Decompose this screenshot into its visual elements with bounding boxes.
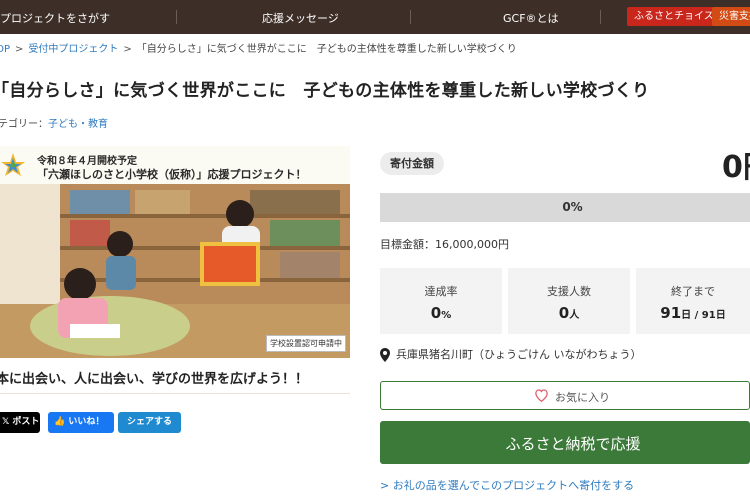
favorite-label: お気に入り xyxy=(555,391,610,404)
stat-label: 達成率 xyxy=(424,285,458,298)
hero-image: 令和８年４月開校予定 「六瀬ほしのさと小学校（仮称）」応援プロジェクト！ 学校設… xyxy=(0,146,350,358)
share-button[interactable]: シェアする xyxy=(118,412,181,433)
donation-label: 寄付金額 xyxy=(380,152,444,175)
donate-label: ふるさと納税で応援 xyxy=(505,435,641,453)
nav-divider xyxy=(600,10,601,24)
stat-supporters: 支援人数 0人 xyxy=(508,268,630,334)
stat-value: 0人 xyxy=(558,304,580,322)
stat-label: 終了まで xyxy=(671,285,715,298)
stat-achievement: 達成率 0% xyxy=(380,268,502,334)
breadcrumb-accepting[interactable]: 受付中プロジェクト xyxy=(28,44,118,55)
like-label: いいね！ xyxy=(68,417,105,427)
hero-tagline: 本に出会い、人に出会い、学びの世界を広げよう！！ xyxy=(0,358,350,394)
school-star-logo-icon xyxy=(1,153,25,176)
category-label: カテゴリー： xyxy=(0,119,48,130)
furusato-choice-button[interactable]: ふるさとチョイス xyxy=(627,7,721,26)
hero-stamp: 学校設置認可申請中 xyxy=(266,335,346,352)
heart-icon xyxy=(535,389,548,402)
stat-value: 91日 / 91日 xyxy=(660,304,726,322)
stat-remaining: 終了まで 91日 / 91日 xyxy=(636,268,750,334)
stat-value: 0% xyxy=(430,304,452,322)
breadcrumb-current: 「自分らしさ」に気づく世界がここに 子どもの主体性を尊重した新しい学校づくり xyxy=(136,44,517,55)
breadcrumb: TOP>受付中プロジェクト>「自分らしさ」に気づく世界がここに 子どもの主体性を… xyxy=(0,40,517,55)
stats-panel: 達成率 0% 支援人数 0人 終了まで 91日 / 91日 xyxy=(380,268,750,334)
hero-tagline-text: 本に出会い、人に出会い、学びの世界を広げよう！！ xyxy=(0,372,309,387)
donation-amount: 0円 xyxy=(722,150,750,185)
top-nav: プロジェクトをさがす 応援メッセージ GCF®とは ふるさとチョイス 災害支援 xyxy=(0,0,750,34)
nav-find-projects[interactable]: プロジェクトをさがす xyxy=(0,10,110,26)
hero-project-name: 「六瀬ほしのさと小学校（仮称）」応援プロジェクト！ xyxy=(37,168,307,181)
map-pin-icon xyxy=(380,348,390,362)
nav-messages[interactable]: 応援メッセージ xyxy=(262,10,339,26)
chevron-right-icon: > xyxy=(380,479,393,492)
location-text: 兵庫県猪名川町（ひょうごけん いながわちょう） xyxy=(396,348,642,361)
gift-link[interactable]: > お礼の品を選んでこのプロジェクトへ寄付をする xyxy=(380,477,634,493)
like-button[interactable]: 👍 いいね！ xyxy=(48,412,114,433)
breadcrumb-top[interactable]: TOP xyxy=(0,44,10,55)
children-reading-photo xyxy=(0,184,350,358)
progress-text: 0% xyxy=(562,200,583,214)
thumbs-up-icon: 👍 xyxy=(54,417,69,427)
post-label: ポスト xyxy=(12,417,40,427)
hero-banner: 令和８年４月開校予定 「六瀬ほしのさと小学校（仮称）」応援プロジェクト！ xyxy=(0,146,350,184)
favorite-button[interactable]: お気に入り xyxy=(380,381,750,410)
category: カテゴリー：子ども・教育 xyxy=(0,115,108,130)
gift-link-label: お礼の品を選んでこのプロジェクトへ寄付をする xyxy=(392,479,635,492)
donate-button[interactable]: ふるさと納税で応援 xyxy=(380,421,750,464)
nav-about-gcf[interactable]: GCF®とは xyxy=(503,10,559,26)
nav-divider xyxy=(176,10,177,24)
page-title: 「自分らしさ」に気づく世界がここに 子どもの主体性を尊重した新しい学校づくり xyxy=(0,81,650,101)
target-amount: 目標金額：16,000,000円 xyxy=(380,238,509,251)
stat-label: 支援人数 xyxy=(547,285,591,298)
disaster-support-button[interactable]: 災害支援 xyxy=(712,7,750,26)
location: 兵庫県猪名川町（ひょうごけん いながわちょう） xyxy=(380,346,642,362)
x-logo-icon: 𝕏 xyxy=(2,417,13,427)
progress-bar: 0% xyxy=(380,193,750,222)
hero-opening-date: 令和８年４月開校予定 xyxy=(37,156,137,167)
post-button[interactable]: 𝕏 ポスト xyxy=(0,412,40,433)
category-link[interactable]: 子ども・教育 xyxy=(48,119,108,130)
nav-divider xyxy=(410,10,411,24)
